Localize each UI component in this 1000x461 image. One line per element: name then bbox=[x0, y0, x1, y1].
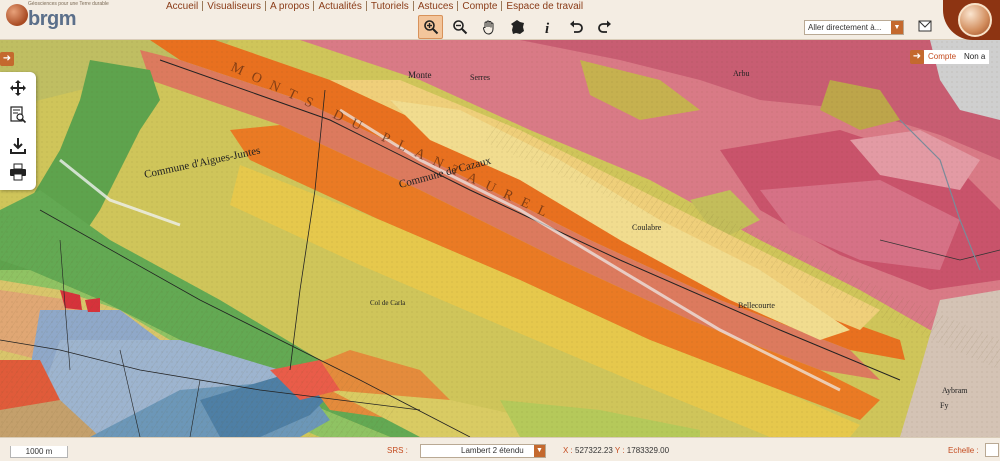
legend-search-icon bbox=[10, 106, 27, 124]
map-label-monte: Monte bbox=[408, 70, 432, 80]
pan-button[interactable] bbox=[476, 15, 501, 39]
france-map-icon bbox=[510, 20, 524, 34]
srs-label: SRS : bbox=[387, 446, 408, 455]
nav-compte[interactable]: Compte bbox=[458, 1, 501, 12]
map-label-fy: Fy bbox=[940, 401, 948, 410]
account-value: Non a bbox=[964, 52, 986, 61]
scale-input[interactable] bbox=[985, 443, 999, 457]
logo-tagline: Géosciences pour une Terre durable bbox=[28, 1, 109, 7]
zoom-out-button[interactable] bbox=[447, 15, 472, 39]
nav-astuces[interactable]: Astuces bbox=[414, 1, 458, 12]
nav-tutoriels[interactable]: Tutoriels bbox=[367, 1, 413, 12]
redo-button[interactable] bbox=[592, 15, 617, 39]
globe-icon bbox=[958, 3, 992, 37]
map-toolbar: i bbox=[418, 15, 617, 39]
legend-button[interactable] bbox=[8, 105, 28, 125]
nav-espace-de-travail[interactable]: Espace de travail bbox=[502, 1, 587, 12]
x-label: X : bbox=[563, 446, 573, 455]
info-icon: i bbox=[545, 21, 550, 35]
account-panel: ➜ Compte Non a bbox=[910, 50, 1000, 64]
nav-visualiseurs[interactable]: Visualiseurs bbox=[203, 1, 265, 12]
nav-actualites[interactable]: Actualités bbox=[314, 1, 365, 12]
geological-map[interactable]: Commune d'Aigues-Juntes Commune de Cazau… bbox=[0, 40, 1000, 437]
logo-name: brgm bbox=[28, 8, 77, 30]
map-label-col: Col de Carla bbox=[370, 299, 406, 307]
main-nav: Accueil Visualiseurs A propos Actualités… bbox=[162, 0, 587, 12]
globe-badge bbox=[943, 0, 1000, 40]
logo-emblem bbox=[6, 4, 28, 26]
srs-select[interactable]: Lambert 2 étendu ▼ bbox=[420, 444, 546, 458]
map-label-bellecourte: Bellecourte bbox=[738, 301, 775, 310]
chevron-down-icon: ▼ bbox=[534, 445, 545, 457]
mail-icon[interactable] bbox=[918, 20, 932, 32]
scale-bar: 1000 m bbox=[10, 446, 68, 458]
y-label: Y : bbox=[614, 446, 625, 455]
left-tool-panel bbox=[0, 72, 36, 190]
pan-hand-icon bbox=[482, 20, 493, 35]
move-arrows-icon bbox=[10, 80, 26, 96]
y-value: 1783329.00 bbox=[626, 446, 670, 455]
zoom-out-icon bbox=[452, 20, 467, 35]
download-icon bbox=[10, 138, 26, 154]
full-extent-button[interactable] bbox=[505, 15, 530, 39]
map-label-arbu: Arbu bbox=[733, 69, 749, 78]
undo-icon bbox=[569, 20, 583, 33]
coordinates-readout: X : 527322.23 Y : 1783329.00 bbox=[563, 446, 669, 455]
srs-value: Lambert 2 étendu bbox=[461, 446, 524, 455]
print-icon bbox=[10, 163, 26, 181]
scale-label: Echelle : bbox=[948, 446, 979, 455]
chevron-down-icon: ▼ bbox=[891, 21, 903, 34]
map-label-serres: Serres bbox=[470, 73, 490, 82]
account-panel-toggle[interactable]: ➜ bbox=[910, 50, 924, 64]
header: Géosciences pour une Terre durable brgm … bbox=[0, 0, 1000, 40]
download-button[interactable] bbox=[8, 136, 28, 156]
left-panel-toggle[interactable]: ➜ bbox=[0, 52, 14, 66]
zoom-in-icon bbox=[423, 20, 438, 35]
map-label-aybram: Aybram bbox=[942, 386, 968, 395]
nav-a-propos[interactable]: A propos bbox=[266, 1, 313, 12]
move-button[interactable] bbox=[8, 78, 28, 98]
x-value: 527322.23 bbox=[575, 446, 613, 455]
undo-button[interactable] bbox=[563, 15, 588, 39]
brgm-logo[interactable]: Géosciences pour une Terre durable brgm bbox=[4, 0, 120, 38]
print-button[interactable] bbox=[8, 162, 28, 182]
account-status: Compte Non a bbox=[924, 50, 990, 64]
status-bar: 1000 m SRS : Lambert 2 étendu ▼ X : 5273… bbox=[0, 437, 1000, 461]
nav-accueil[interactable]: Accueil bbox=[162, 1, 202, 12]
account-label: Compte bbox=[928, 52, 957, 61]
geoportal-page: Géosciences pour une Terre durable brgm … bbox=[0, 0, 1000, 461]
redo-icon bbox=[597, 20, 611, 33]
svg-text:i: i bbox=[545, 21, 550, 35]
goto-select-value: Aller directement à... bbox=[808, 23, 882, 32]
zoom-in-button[interactable] bbox=[418, 15, 443, 39]
map-label-coulabre: Coulabre bbox=[632, 223, 662, 232]
map-canvas[interactable]: Commune d'Aigues-Juntes Commune de Cazau… bbox=[0, 40, 1000, 437]
goto-select[interactable]: Aller directement à... ▼ bbox=[804, 20, 904, 35]
info-button[interactable]: i bbox=[534, 15, 559, 39]
